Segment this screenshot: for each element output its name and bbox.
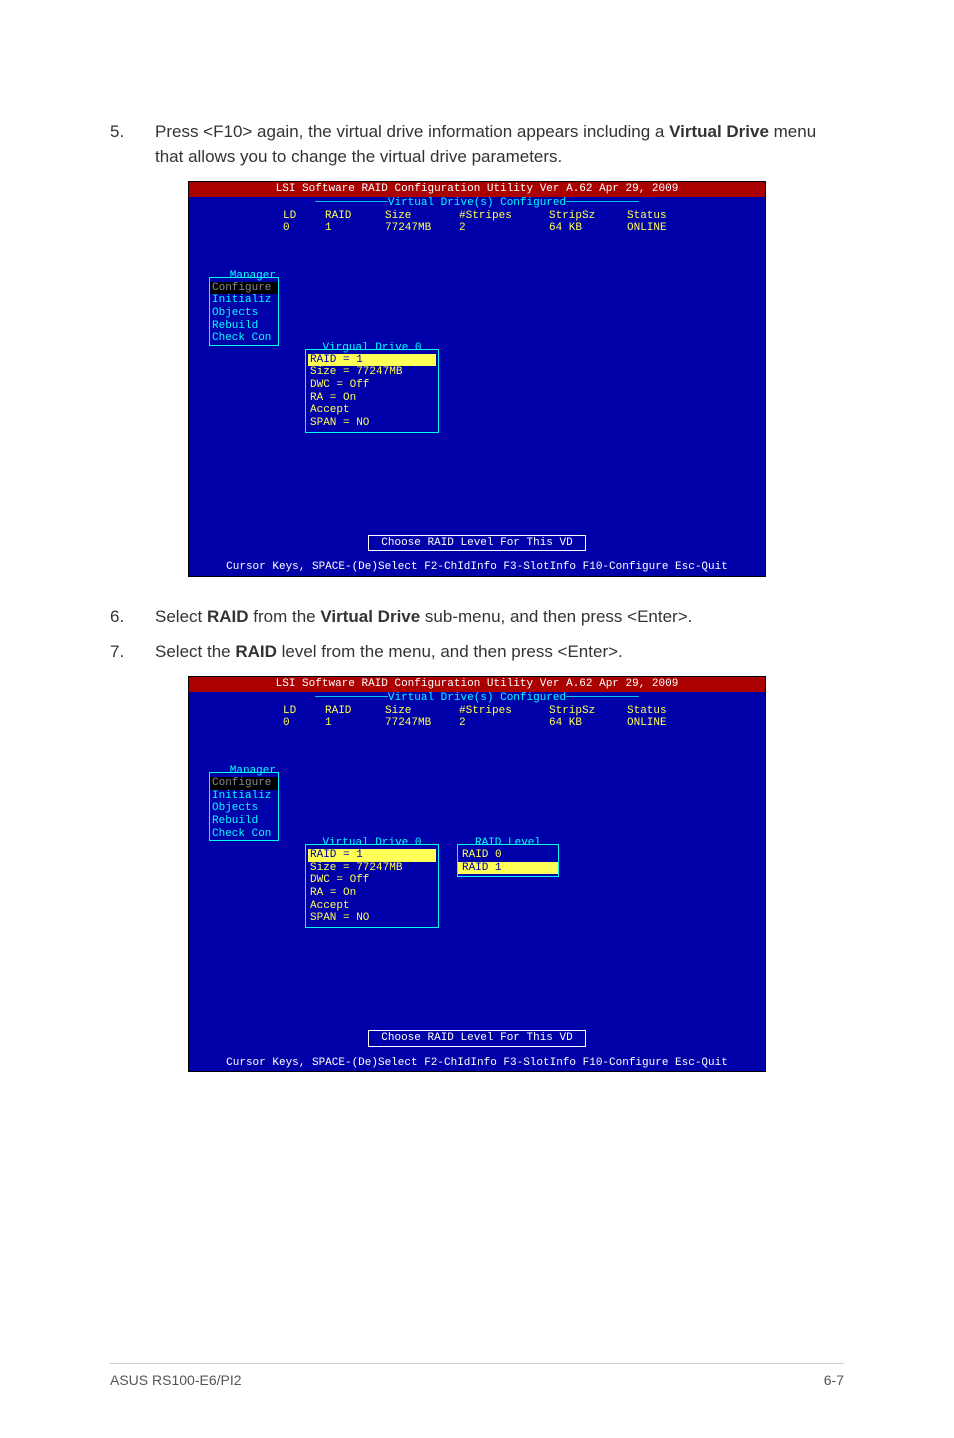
manager-sidebar: Manager Configure Initializ Objects Rebu… bbox=[209, 277, 279, 346]
step-number: 6. bbox=[110, 605, 155, 630]
sidebar-item-rebuild[interactable]: Rebuild bbox=[210, 815, 278, 828]
sidebar-item-objects[interactable]: Objects bbox=[210, 802, 278, 815]
section-subtitle: Virtual Drive(s) Configured bbox=[189, 197, 765, 210]
sidebar-item-rebuild[interactable]: Rebuild bbox=[210, 320, 278, 333]
virtual-drive-submenu: Virtual Drive 0 RAID = 1 Size = 77247MB … bbox=[305, 844, 439, 928]
raid-level-menu: RAID Level RAID 0 RAID 1 bbox=[457, 844, 559, 877]
vd-table-header: LDRAIDSize#StripesStripSzStatus bbox=[189, 210, 765, 223]
footer-page-number: 6-7 bbox=[824, 1372, 844, 1388]
vd-accept[interactable]: Accept bbox=[308, 404, 436, 417]
step-text: Select RAID from the Virtual Drive sub-m… bbox=[155, 605, 844, 630]
sidebar-item-check-consistency[interactable]: Check Con bbox=[210, 828, 278, 841]
footer-model: ASUS RS100-E6/PI2 bbox=[110, 1372, 242, 1388]
utility-title: LSI Software RAID Configuration Utility … bbox=[189, 677, 765, 692]
step-text: Press <F10> again, the virtual drive inf… bbox=[155, 120, 844, 169]
step-text: Select the RAID level from the menu, and… bbox=[155, 640, 844, 665]
raid-level-0[interactable]: RAID 0 bbox=[458, 849, 558, 862]
section-subtitle: Virtual Drive(s) Configured bbox=[189, 692, 765, 705]
raid-level-1[interactable]: RAID 1 bbox=[458, 862, 558, 875]
vd-table-row: 0177247MB264 KBONLINE bbox=[189, 717, 765, 730]
utility-title: LSI Software RAID Configuration Utility … bbox=[189, 182, 765, 197]
vd-table-row: 0177247MB264 KBONLINE bbox=[189, 222, 765, 235]
vd-ra-field[interactable]: RA = On bbox=[308, 392, 436, 405]
sidebar-item-initialize[interactable]: Initializ bbox=[210, 790, 278, 803]
sidebar-item-configure[interactable]: Configure bbox=[210, 282, 278, 295]
vd-span-field[interactable]: SPAN = NO bbox=[308, 912, 436, 925]
vd-dwc-field[interactable]: DWC = Off bbox=[308, 874, 436, 887]
vd-raid-field[interactable]: RAID = 1 bbox=[308, 849, 436, 862]
hint-bar: Choose RAID Level For This VD bbox=[368, 1030, 586, 1047]
vd-ra-field[interactable]: RA = On bbox=[308, 887, 436, 900]
vd-dwc-field[interactable]: DWC = Off bbox=[308, 379, 436, 392]
key-hints-footer: Cursor Keys, SPACE-(De)Select F2-ChIdInf… bbox=[189, 1055, 765, 1072]
manager-sidebar: Manager Configure Initializ Objects Rebu… bbox=[209, 772, 279, 841]
bios-screenshot-2: LSI Software RAID Configuration Utility … bbox=[188, 676, 766, 1072]
virtual-drive-submenu: Virgual Drive 0 RAID = 1 Size = 77247MB … bbox=[305, 349, 439, 433]
vd-table-header: LDRAIDSize#StripesStripSzStatus bbox=[189, 705, 765, 718]
step-number: 7. bbox=[110, 640, 155, 665]
sidebar-item-objects[interactable]: Objects bbox=[210, 307, 278, 320]
sidebar-item-check-consistency[interactable]: Check Con bbox=[210, 332, 278, 345]
key-hints-footer: Cursor Keys, SPACE-(De)Select F2-ChIdInf… bbox=[189, 559, 765, 576]
sidebar-item-initialize[interactable]: Initializ bbox=[210, 294, 278, 307]
vd-raid-field[interactable]: RAID = 1 bbox=[308, 354, 436, 367]
vd-size-field[interactable]: Size = 77247MB bbox=[308, 366, 436, 379]
step-number: 5. bbox=[110, 120, 155, 169]
vd-size-field[interactable]: Size = 77247MB bbox=[308, 862, 436, 875]
hint-bar: Choose RAID Level For This VD bbox=[368, 535, 586, 552]
sidebar-item-configure[interactable]: Configure bbox=[210, 777, 278, 790]
vd-accept[interactable]: Accept bbox=[308, 900, 436, 913]
bios-screenshot-1: LSI Software RAID Configuration Utility … bbox=[188, 181, 766, 577]
vd-span-field[interactable]: SPAN = NO bbox=[308, 417, 436, 430]
